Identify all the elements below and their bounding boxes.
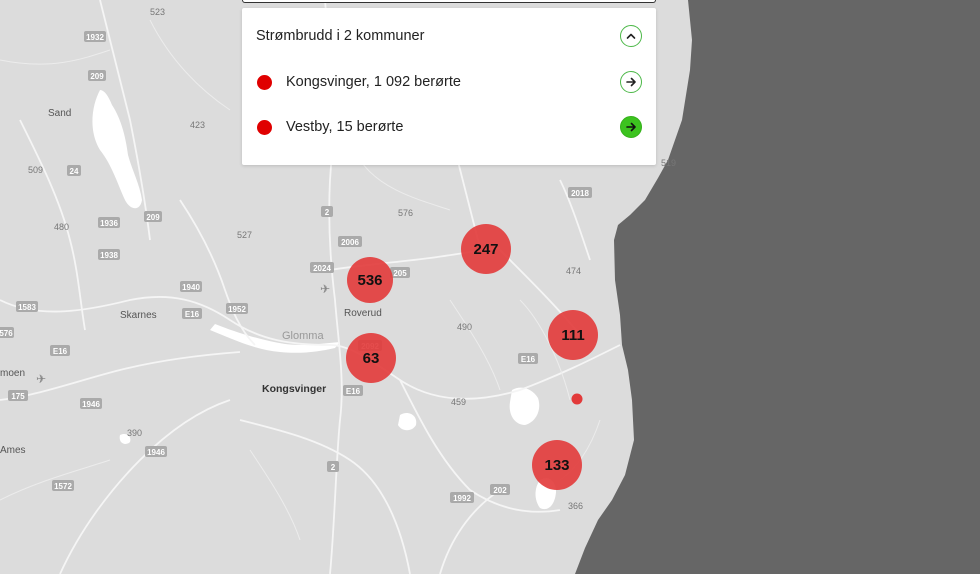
open-outage-button[interactable] — [620, 116, 642, 138]
svg-text:2: 2 — [325, 208, 330, 217]
svg-text:1992: 1992 — [453, 494, 471, 503]
svg-text:1946: 1946 — [82, 400, 100, 409]
outage-cluster[interactable]: 536 — [347, 257, 393, 303]
svg-text:519: 519 — [661, 158, 676, 168]
svg-text:✈: ✈ — [36, 372, 46, 386]
svg-text:247: 247 — [473, 241, 498, 258]
svg-text:423: 423 — [190, 120, 205, 130]
arrow-right-icon — [626, 122, 636, 132]
svg-text:480: 480 — [54, 222, 69, 232]
svg-text:E16: E16 — [53, 347, 68, 356]
svg-text:390: 390 — [127, 428, 142, 438]
svg-text:1952: 1952 — [228, 305, 246, 314]
svg-text:1932: 1932 — [86, 33, 104, 42]
svg-text:24: 24 — [70, 167, 79, 176]
svg-text:2018: 2018 — [571, 189, 589, 198]
outage-point[interactable] — [571, 393, 583, 405]
outage-item-kongsvinger[interactable]: Kongsvinger, 1 092 berørte — [256, 71, 642, 93]
svg-text:133: 133 — [544, 457, 569, 474]
svg-text:63: 63 — [363, 350, 380, 367]
svg-text:175: 175 — [11, 392, 25, 401]
svg-text:527: 527 — [237, 230, 252, 240]
chevron-up-icon — [626, 33, 636, 39]
svg-text:E16: E16 — [521, 355, 536, 364]
svg-text:459: 459 — [451, 397, 466, 407]
outage-panel: Strømbrudd i 2 kommuner Kongsvinger, 1 0… — [242, 8, 656, 165]
svg-text:2: 2 — [331, 463, 336, 472]
svg-text:576: 576 — [0, 329, 13, 338]
svg-text:490: 490 — [457, 322, 472, 332]
svg-text:Roverud: Roverud — [344, 308, 382, 319]
svg-text:Skarnes: Skarnes — [120, 310, 157, 321]
svg-text:1940: 1940 — [182, 283, 200, 292]
svg-text:576: 576 — [398, 208, 413, 218]
open-outage-button[interactable] — [620, 71, 642, 93]
svg-text:1938: 1938 — [100, 251, 118, 260]
outage-cluster[interactable]: 63 — [346, 333, 396, 383]
svg-text:1583: 1583 — [18, 303, 36, 312]
outage-cluster[interactable]: 133 — [532, 440, 582, 490]
svg-text:Ames: Ames — [0, 445, 26, 456]
svg-text:1936: 1936 — [100, 219, 118, 228]
svg-text:moen: moen — [0, 368, 25, 379]
arrow-right-icon — [626, 77, 636, 87]
svg-text:509: 509 — [28, 165, 43, 175]
svg-text:Sand: Sand — [48, 108, 71, 119]
svg-text:202: 202 — [493, 486, 507, 495]
svg-text:111: 111 — [561, 327, 584, 344]
svg-text:209: 209 — [90, 72, 104, 81]
collapse-button[interactable] — [620, 25, 642, 47]
svg-text:523: 523 — [150, 7, 165, 17]
svg-text:E16: E16 — [346, 387, 361, 396]
svg-text:Kongsvinger: Kongsvinger — [262, 383, 326, 395]
outage-cluster[interactable]: 111 — [548, 310, 598, 360]
svg-text:205: 205 — [393, 269, 407, 278]
outage-item-label: Vestby, 15 berørte — [286, 119, 404, 135]
svg-text:2006: 2006 — [341, 238, 359, 247]
svg-text:E16: E16 — [185, 310, 200, 319]
svg-text:1572: 1572 — [54, 482, 72, 491]
outage-cluster[interactable]: 247 — [461, 224, 511, 274]
svg-text:474: 474 — [566, 266, 581, 276]
panel-title: Strømbrudd i 2 kommuner — [256, 28, 425, 44]
svg-text:✈: ✈ — [320, 282, 330, 296]
svg-text:209: 209 — [146, 213, 160, 222]
outage-dot-icon — [257, 119, 272, 135]
svg-text:366: 366 — [568, 501, 583, 511]
svg-text:536: 536 — [357, 272, 382, 289]
outage-item-label: Kongsvinger, 1 092 berørte — [286, 74, 461, 90]
panel-top-edge — [242, 0, 656, 3]
panel-header: Strømbrudd i 2 kommuner — [256, 25, 642, 47]
outage-item-vestby[interactable]: Vestby, 15 berørte — [256, 116, 642, 138]
outage-dot-icon — [257, 74, 272, 90]
svg-text:Glomma: Glomma — [282, 330, 324, 342]
svg-text:2024: 2024 — [313, 264, 331, 273]
svg-text:1946: 1946 — [147, 448, 165, 457]
